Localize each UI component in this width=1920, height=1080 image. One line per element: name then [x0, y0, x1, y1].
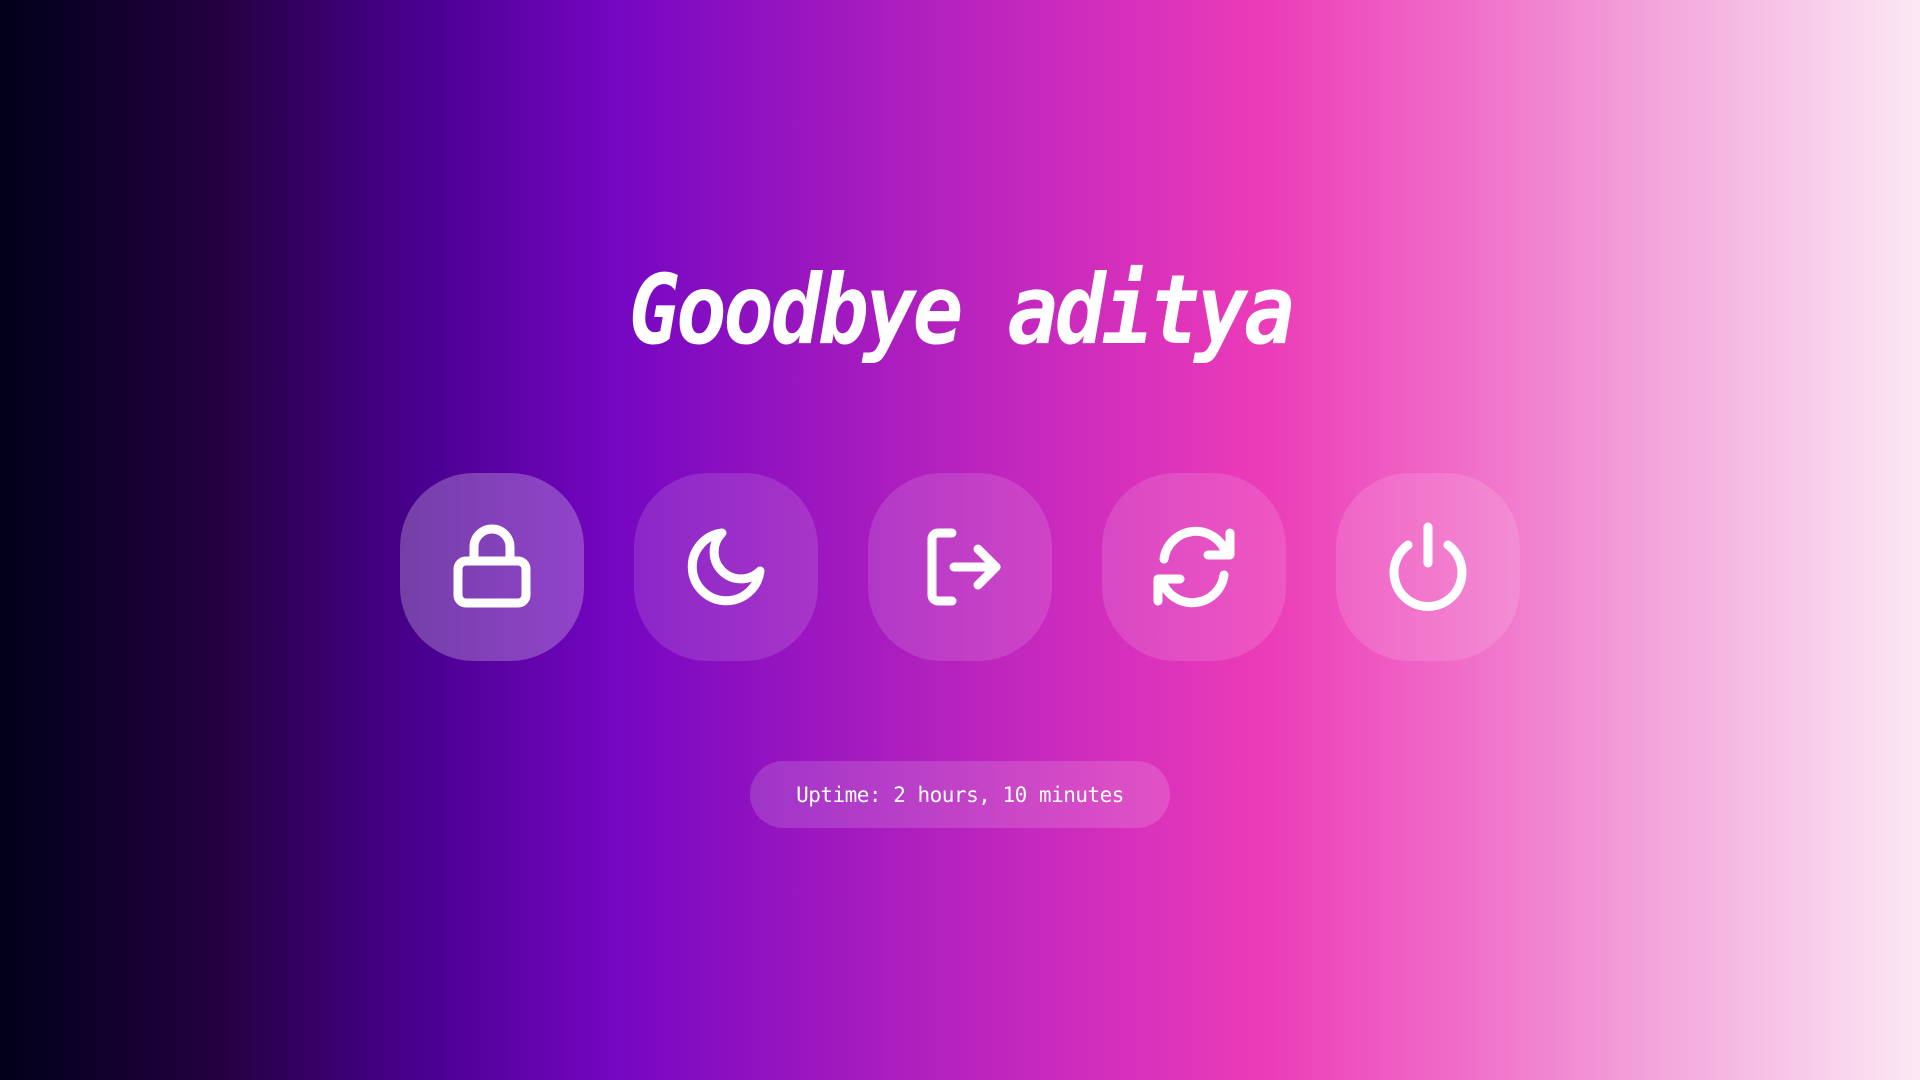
logout-icon	[927, 528, 1001, 606]
greeting-title: Goodbye aditya	[628, 254, 1295, 366]
lock-button[interactable]	[400, 473, 584, 661]
suspend-button[interactable]	[634, 473, 818, 661]
lock-icon	[453, 524, 531, 608]
reboot-button[interactable]	[1102, 473, 1286, 661]
logout-button[interactable]	[868, 473, 1052, 661]
power-actions	[0, 473, 1920, 661]
shutdown-button[interactable]	[1336, 473, 1520, 661]
moon-icon	[687, 528, 765, 606]
uptime-badge: Uptime: 2 hours, 10 minutes	[750, 761, 1170, 828]
power-icon	[1389, 522, 1467, 611]
refresh-icon	[1153, 526, 1235, 608]
